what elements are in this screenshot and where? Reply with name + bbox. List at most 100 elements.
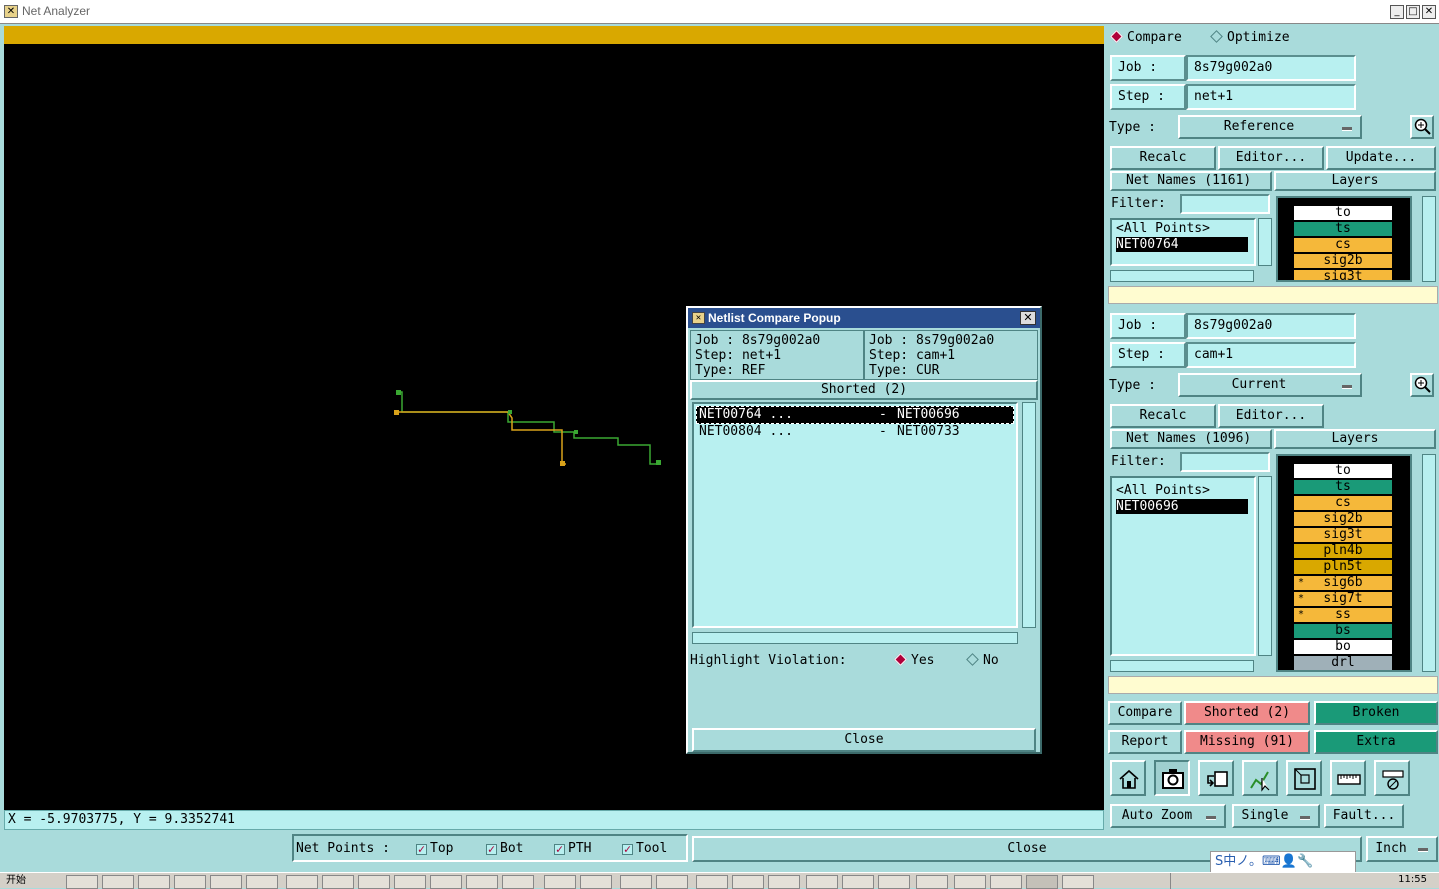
cur-step-input[interactable]: cam+1 — [1186, 342, 1356, 368]
taskbar-item[interactable] — [174, 875, 206, 889]
home-button[interactable] — [1110, 760, 1146, 796]
layer-drl[interactable]: drl — [1294, 656, 1392, 670]
taskbar-item[interactable] — [954, 875, 986, 889]
compare-radio[interactable]: Compare — [1110, 30, 1182, 45]
layer-sig3t[interactable]: sig3t — [1294, 528, 1392, 542]
popup-close-button[interactable]: Close — [692, 728, 1036, 752]
layer-to[interactable]: to — [1294, 464, 1392, 478]
taskbar-item[interactable] — [696, 875, 728, 889]
layer-cs[interactable]: cs — [1294, 496, 1392, 510]
compare-button[interactable]: Compare — [1108, 701, 1182, 725]
list-item[interactable]: <All Points> — [1112, 482, 1254, 499]
table-row[interactable]: NET00764 ... - NET00696 — [696, 406, 1014, 424]
layer-bs[interactable]: bs — [1294, 624, 1392, 638]
ref-job-input[interactable]: 8s79g002a0 — [1186, 55, 1356, 81]
ruler-button[interactable] — [1330, 760, 1366, 796]
ref-step-input[interactable]: net+1 — [1186, 84, 1356, 110]
taskbar-item[interactable] — [842, 875, 874, 889]
taskbar-item[interactable] — [768, 875, 800, 889]
top-checkbox[interactable]: ✓ Top — [416, 841, 453, 856]
taskbar-item[interactable] — [990, 875, 1022, 889]
taskbar-item-active[interactable] — [1026, 875, 1058, 889]
maximize-icon[interactable]: □ — [1406, 5, 1420, 19]
taskbar-item[interactable] — [878, 875, 910, 889]
cur-net-list-scrollbar[interactable] — [1258, 476, 1272, 656]
layer-sig3t[interactable]: sig3t — [1294, 270, 1392, 280]
taskbar-item[interactable] — [246, 875, 278, 889]
cur-type-menu[interactable]: Current — [1178, 373, 1362, 397]
tool-checkbox[interactable]: ✓ Tool — [622, 841, 667, 856]
layer-cs[interactable]: cs — [1294, 238, 1392, 252]
snapshot-button[interactable] — [1154, 760, 1190, 796]
ref-zoom-button[interactable] — [1410, 115, 1434, 139]
ref-net-list-scrollbar[interactable] — [1258, 218, 1272, 266]
taskbar-item[interactable] — [358, 875, 390, 889]
ref-net-list[interactable]: <All Points> NET00764 — [1110, 218, 1256, 266]
ref-net-list-hscrollbar[interactable] — [1110, 270, 1254, 282]
taskbar-item[interactable] — [430, 875, 462, 889]
auto-zoom-menu[interactable]: Auto Zoom — [1110, 804, 1226, 828]
table-row[interactable]: NET00804 ... - NET00733 — [696, 424, 1014, 442]
taskbar-item[interactable] — [656, 875, 688, 889]
layer-ss[interactable]: * ss — [1294, 608, 1392, 622]
cur-layer-scrollbar[interactable] — [1422, 454, 1436, 672]
taskbar-item[interactable] — [620, 875, 652, 889]
list-item-selected[interactable]: NET00764 — [1116, 237, 1248, 252]
report-button[interactable]: Report — [1108, 730, 1182, 754]
ref-layer-scrollbar[interactable] — [1422, 196, 1436, 282]
layer-sig2b[interactable]: sig2b — [1294, 254, 1392, 268]
popup-list-scrollbar[interactable] — [1022, 402, 1036, 628]
pth-checkbox[interactable]: ✓ PTH — [554, 841, 591, 856]
layer-bo[interactable]: bo — [1294, 640, 1392, 654]
list-item-selected[interactable]: NET00696 — [1116, 499, 1248, 514]
layer-sig7t[interactable]: * sig7t — [1294, 592, 1392, 606]
taskbar-item[interactable] — [102, 875, 134, 889]
missing-button[interactable]: Missing (91) — [1184, 730, 1310, 754]
window-zoom-button[interactable] — [1286, 760, 1322, 796]
taskbar-item[interactable] — [806, 875, 838, 889]
ref-update-button[interactable]: Update... — [1326, 146, 1436, 170]
measure-button[interactable] — [1374, 760, 1410, 796]
list-item[interactable]: <All Points> — [1112, 220, 1254, 237]
taskbar-item[interactable] — [544, 875, 576, 889]
taskbar-item[interactable] — [394, 875, 426, 889]
close-window-icon[interactable]: ✕ — [1422, 5, 1436, 19]
layer-pln4b[interactable]: pln4b — [1294, 544, 1392, 558]
ref-editor-button[interactable]: Editor... — [1218, 146, 1324, 170]
cur-net-list[interactable]: <All Points> NET00696 — [1110, 476, 1256, 656]
undo-button[interactable] — [1198, 760, 1234, 796]
highlight-yes-radio[interactable]: Yes — [894, 653, 934, 668]
bot-checkbox[interactable]: ✓ Bot — [486, 841, 523, 856]
taskbar-item[interactable] — [210, 875, 242, 889]
layer-sig2b[interactable]: sig2b — [1294, 512, 1392, 526]
layer-sig6b[interactable]: * sig6b — [1294, 576, 1392, 590]
single-menu[interactable]: Single — [1232, 804, 1320, 828]
popup-list-hscrollbar[interactable] — [692, 632, 1018, 644]
ime-toolbar[interactable]: S中ノ。⌨👤🔧 — [1210, 851, 1356, 873]
taskbar-item[interactable] — [286, 875, 318, 889]
start-button[interactable]: 开始 — [2, 874, 58, 888]
taskbar-item[interactable] — [466, 875, 498, 889]
optimize-radio[interactable]: Optimize — [1210, 30, 1290, 45]
cur-editor-button[interactable]: Editor... — [1218, 404, 1324, 428]
cur-net-list-hscrollbar[interactable] — [1110, 660, 1254, 672]
cur-zoom-button[interactable] — [1410, 373, 1434, 397]
taskbar-item[interactable] — [138, 875, 170, 889]
cur-layer-list[interactable]: to ts cs sig2b sig3t pln4b pln5t * sig6b … — [1276, 454, 1412, 672]
highlight-no-radio[interactable]: No — [966, 653, 999, 668]
ref-type-menu[interactable]: Reference — [1178, 115, 1362, 139]
taskbar-item[interactable] — [1062, 875, 1094, 889]
layer-pln5t[interactable]: pln5t — [1294, 560, 1392, 574]
layer-ts[interactable]: ts — [1294, 222, 1392, 236]
taskbar-item[interactable] — [502, 875, 534, 889]
shorted-button[interactable]: Shorted (2) — [1184, 701, 1310, 725]
ref-recalc-button[interactable]: Recalc — [1110, 146, 1216, 170]
popup-close-icon[interactable]: ✕ — [1020, 311, 1036, 325]
taskbar-item[interactable] — [580, 875, 612, 889]
minimize-icon[interactable]: _ — [1390, 5, 1404, 19]
net-select-button[interactable] — [1242, 760, 1278, 796]
layer-ts[interactable]: ts — [1294, 480, 1392, 494]
taskbar-item[interactable] — [916, 875, 948, 889]
popup-violation-list[interactable]: NET00764 ... - NET00696 NET00804 ... - N… — [692, 402, 1018, 628]
cur-recalc-button[interactable]: Recalc — [1110, 404, 1216, 428]
